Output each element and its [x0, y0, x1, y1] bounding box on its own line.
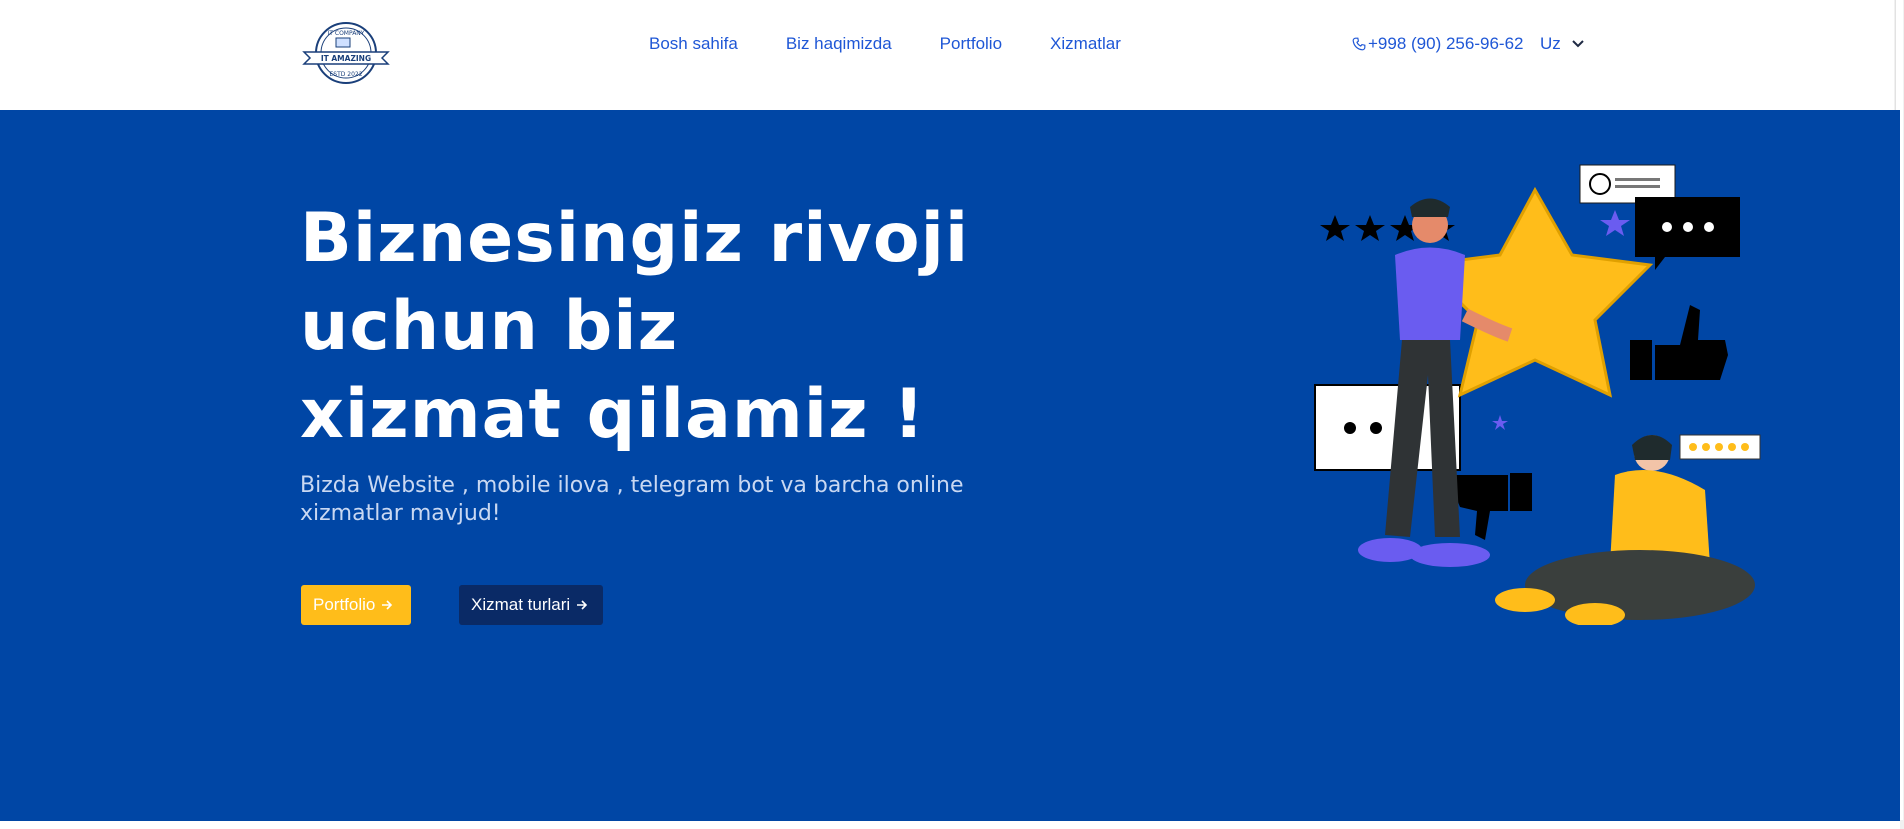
- language-label: Uz: [1540, 34, 1561, 53]
- hero-title: Biznesingiz rivoji uchun biz xizmat qila…: [300, 195, 1000, 459]
- logo-bottom-text: ESTD 2022: [329, 71, 362, 78]
- nav-item-services[interactable]: Xizmatlar: [1050, 34, 1121, 54]
- chevron-down-icon: [1572, 40, 1584, 48]
- phone-number: +998 (90) 256-96-62: [1368, 34, 1524, 53]
- main-nav: Bosh sahifa Biz haqimizda Portfolio Xizm…: [649, 34, 1169, 54]
- thumbs-down-icon: [1453, 473, 1532, 540]
- language-selector[interactable]: Uz: [1540, 34, 1585, 54]
- nav-item-about[interactable]: Biz haqimizda: [786, 34, 892, 54]
- arrow-right-icon: [382, 600, 393, 610]
- company-logo[interactable]: IT COMPANY IT AMAZING ESTD 2022: [300, 20, 392, 86]
- hero-subtitle: Bizda Website , mobile ilova , telegram …: [300, 473, 964, 526]
- services-button[interactable]: Xizmat turlari: [459, 585, 603, 625]
- decor-star-icon: [1600, 210, 1630, 236]
- arrow-right-icon: [577, 600, 588, 610]
- nav-item-portfolio[interactable]: Portfolio: [940, 34, 1002, 54]
- hero-title-line-1: Biznesingiz rivoji: [300, 199, 970, 278]
- decor-star-icon: [1492, 415, 1508, 430]
- logo-ribbon-text: IT AMAZING: [321, 54, 371, 63]
- phone-icon: [1352, 37, 1366, 51]
- woman-figure-icon: [1495, 435, 1755, 625]
- hero-title-line-3: xizmat qilamiz !: [300, 375, 926, 454]
- portfolio-button[interactable]: Portfolio: [301, 585, 411, 625]
- portfolio-button-label: Portfolio: [313, 595, 376, 614]
- thumbs-up-icon: [1630, 305, 1728, 380]
- chat-bubble-icon: [1635, 197, 1740, 270]
- site-header: IT COMPANY IT AMAZING ESTD 2022 Bosh sah…: [0, 0, 1894, 110]
- hero-section: Biznesingiz rivoji uchun biz xizmat qila…: [0, 110, 1900, 821]
- next-section-peek: [0, 821, 1900, 829]
- services-button-label: Xizmat turlari: [471, 595, 571, 614]
- hero-title-line-2: uchun biz: [300, 287, 679, 366]
- logo-top-text: IT COMPANY: [328, 30, 365, 37]
- nav-item-home[interactable]: Bosh sahifa: [649, 34, 738, 54]
- hero-illustration: [1314, 164, 1761, 625]
- phone-link[interactable]: +998 (90) 256-96-62: [1352, 34, 1523, 54]
